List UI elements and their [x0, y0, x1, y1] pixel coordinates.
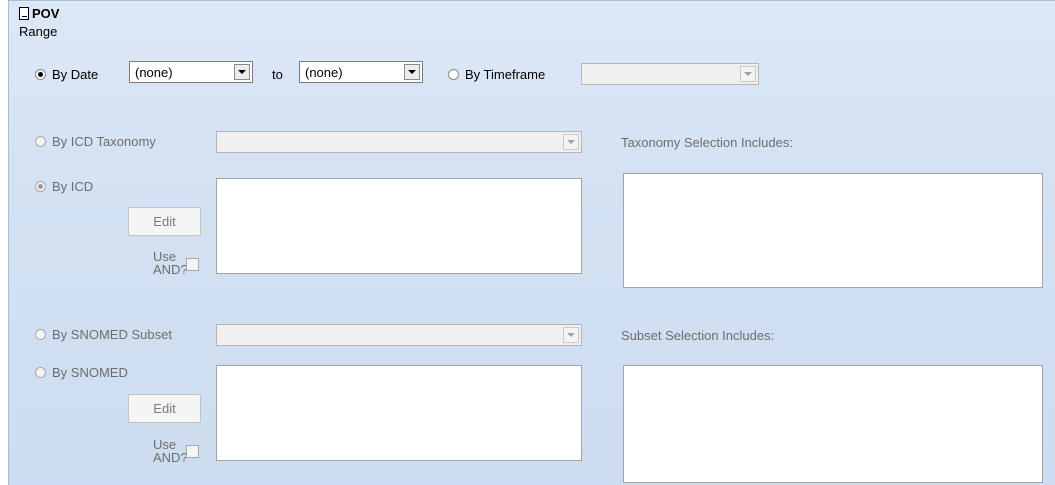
collapse-icon[interactable]: [19, 7, 29, 20]
snomed-use-and-label: Use AND?: [153, 438, 188, 464]
icd-listbox[interactable]: [216, 178, 582, 274]
subset-selection-listbox[interactable]: [623, 365, 1043, 483]
snomed-listbox[interactable]: [216, 365, 582, 461]
radio-unchecked-icon: [448, 69, 459, 80]
by-snomed-radio[interactable]: By SNOMED: [35, 365, 128, 380]
from-date-select[interactable]: (none): [129, 61, 253, 83]
by-snomed-subset-label: By SNOMED Subset: [52, 327, 172, 342]
icd-use-and-label: Use AND?: [153, 250, 188, 276]
radio-unchecked-icon: [35, 329, 46, 340]
by-snomed-subset-radio[interactable]: By SNOMED Subset: [35, 327, 172, 342]
to-label: to: [272, 67, 283, 82]
by-timeframe-label: By Timeframe: [465, 67, 546, 82]
by-icd-taxonomy-radio[interactable]: By ICD Taxonomy: [35, 134, 156, 149]
by-date-label: By Date: [52, 67, 99, 82]
timeframe-select[interactable]: [581, 63, 759, 85]
and-label: AND?: [153, 262, 188, 277]
by-date-radio[interactable]: By Date: [35, 67, 98, 82]
pov-panel: POV Range By Date (none) to (none) By Ti…: [8, 0, 1055, 485]
panel-title: POV: [32, 6, 60, 21]
to-date-value: (none): [305, 65, 343, 80]
by-timeframe-radio[interactable]: By Timeframe: [448, 67, 545, 82]
snomed-edit-button[interactable]: Edit: [128, 394, 201, 423]
from-date-value: (none): [135, 65, 173, 80]
by-snomed-label: By SNOMED: [52, 365, 128, 380]
and-label: AND?: [153, 450, 188, 465]
by-icd-label: By ICD: [52, 179, 94, 194]
radio-unchecked-icon: [35, 136, 46, 147]
radio-checked-icon: [35, 69, 46, 80]
chevron-down-icon[interactable]: [404, 64, 420, 80]
subset-selection-label: Subset Selection Includes:: [621, 328, 775, 343]
to-date-select[interactable]: (none): [299, 61, 423, 83]
snomed-subset-select[interactable]: [216, 324, 582, 346]
by-icd-radio[interactable]: By ICD: [35, 179, 93, 194]
icd-use-and-checkbox[interactable]: [186, 258, 199, 271]
taxonomy-selection-listbox[interactable]: [623, 173, 1043, 288]
chevron-down-icon[interactable]: [563, 134, 579, 150]
taxonomy-selection-label: Taxonomy Selection Includes:: [621, 135, 793, 150]
radio-unchecked-icon: [35, 367, 46, 378]
chevron-down-icon[interactable]: [740, 66, 756, 82]
icd-taxonomy-select[interactable]: [216, 131, 582, 153]
range-label: Range: [19, 24, 58, 39]
radio-checked-icon: [35, 181, 46, 192]
by-icd-taxonomy-label: By ICD Taxonomy: [52, 134, 156, 149]
chevron-down-icon[interactable]: [563, 327, 579, 343]
chevron-down-icon[interactable]: [234, 64, 250, 80]
snomed-use-and-checkbox[interactable]: [186, 445, 199, 458]
icd-edit-button[interactable]: Edit: [128, 207, 201, 236]
